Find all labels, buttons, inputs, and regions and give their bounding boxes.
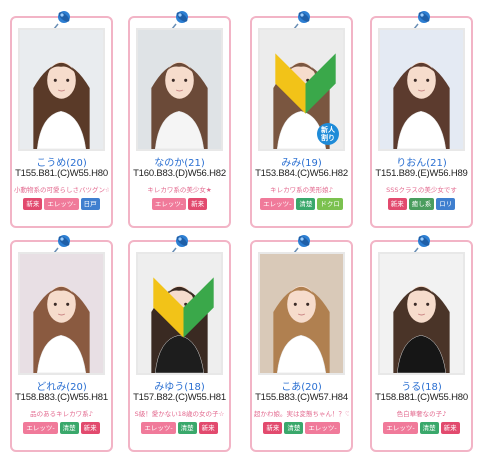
cast-card[interactable]: どれみ(20) T158.B83.(C)W55.H81 品のあるキレカワ系♪ エ… — [10, 235, 113, 452]
cast-stats: T151.B89.(E)W56.H89 — [375, 168, 468, 179]
tag-badge: 清楚 — [177, 422, 197, 434]
profile-photo[interactable]: 新人 割り — [258, 28, 345, 151]
cast-card[interactable]: 新人 割り みみ(19) T153.B84.(C)W56.H82 キレカワ系の美形… — [250, 11, 353, 228]
cast-catchphrase: 品のあるキレカワ系♪ — [30, 410, 93, 418]
tag-badge: 新来 — [198, 422, 218, 434]
cast-catchphrase: 超かわ娘。実は変態ちゃん！？♡ — [254, 410, 349, 418]
cast-card[interactable]: こうめ(20) T155.B81.(C)W55.H80 小動物系の可愛らしさバツ… — [10, 11, 113, 228]
tag-badge: 新来 — [387, 198, 407, 210]
tag-badge: 清楚 — [59, 422, 79, 434]
tag-badge: エレッツ- — [151, 198, 187, 210]
cast-card[interactable]: みゆう(18) T157.B82.(C)W55.H81 S級！愛かない18歳の女… — [128, 235, 231, 452]
profile-photo[interactable] — [378, 28, 465, 151]
tag-badge: 清楚 — [284, 422, 304, 434]
tag-badge: 新来 — [23, 198, 43, 210]
pushpin-icon — [292, 235, 310, 254]
tag-badge: 新来 — [263, 422, 283, 434]
cast-catchphrase: 色白華奢なの子♪ — [396, 410, 447, 418]
tag-list: 新来 エレッツ- 日戸 — [15, 198, 108, 210]
tag-badge: エレッツ- — [44, 198, 79, 210]
profile-photo[interactable] — [258, 252, 345, 375]
tag-badge: 新来 — [440, 422, 460, 434]
cast-card[interactable]: こあ(20) T155.B83.(C)W57.H84 超かわ娘。実は変態ちゃん！… — [250, 235, 353, 452]
cast-stats: T158.B81.(C)W55.H80 — [375, 392, 468, 403]
cast-name[interactable]: どれみ(20) — [12, 378, 111, 393]
tag-badge: エレッツ- — [23, 422, 58, 434]
pushpin-icon — [52, 235, 70, 254]
tag-badge: 清楚 — [296, 198, 316, 210]
profile-photo[interactable] — [18, 28, 105, 151]
tag-badge: エレッツ- — [383, 422, 418, 434]
cast-name[interactable]: みゆう(18) — [130, 378, 229, 393]
profile-photo[interactable] — [136, 28, 223, 151]
pushpin-icon — [412, 235, 430, 254]
tag-list: エレッツ- 清楚 新来 — [15, 422, 108, 434]
cast-name[interactable]: こあ(20) — [252, 378, 351, 393]
tag-badge: 新来 — [188, 198, 208, 210]
cast-catchphrase: 小動物系の可愛らしさバツグン☆ — [14, 186, 109, 194]
cast-name[interactable]: みみ(19) — [252, 154, 351, 169]
cast-stats: T158.B83.(C)W55.H81 — [15, 392, 108, 403]
pushpin-icon — [412, 11, 430, 30]
cast-catchphrase: SSSクラスの美少女です — [386, 186, 457, 194]
tag-badge: ドクロ — [317, 198, 343, 210]
profile-photo[interactable] — [136, 252, 223, 375]
tag-list: エレッツ- 清楚 ドクロ — [255, 198, 348, 210]
cast-name[interactable]: うる(18) — [372, 378, 471, 393]
cast-card[interactable]: うる(18) T158.B81.(C)W55.H80 色白華奢なの子♪ エレッツ… — [370, 235, 473, 452]
cast-name[interactable]: なのか(21) — [130, 154, 229, 169]
beginner-leaf-icon — [153, 277, 214, 338]
tag-list: 新来 清楚 エレッツ- — [255, 422, 348, 434]
cast-stats: T153.B84.(C)W56.H82 — [255, 168, 348, 179]
profile-photo[interactable] — [18, 252, 105, 375]
cast-stats: T157.B82.(C)W55.H81 — [133, 392, 226, 403]
pushpin-icon — [170, 11, 188, 30]
tag-badge: エレッツ- — [141, 422, 176, 434]
cast-catchphrase: キレカワ系の美少女★ — [147, 186, 212, 194]
pushpin-icon — [170, 235, 188, 254]
cast-card[interactable]: りおん(21) T151.B89.(E)W56.H89 SSSクラスの美少女です… — [370, 11, 473, 228]
tag-list: 新来 癒し系 ロリ — [375, 198, 468, 210]
tag-badge: 日戸 — [80, 198, 100, 210]
tag-badge: エレッツ- — [260, 198, 295, 210]
cast-catchphrase: キレカワ系の美形娘♪ — [270, 186, 333, 194]
cast-card[interactable]: なのか(21) T160.B83.(D)W56.H82 キレカワ系の美少女★ エ… — [128, 11, 231, 228]
cast-catchphrase: S級！愛かない18歳の女の子☆ — [134, 410, 225, 418]
tag-badge: エレッツ- — [305, 422, 340, 434]
tag-list: エレッツ- 清楚 新来 — [133, 422, 226, 434]
pushpin-icon — [52, 11, 70, 30]
tag-badge: ロリ — [436, 198, 456, 210]
tag-badge: 癒し系 — [408, 198, 435, 210]
new-badge: 新人 割り — [317, 123, 339, 145]
cast-stats: T155.B81.(C)W55.H80 — [15, 168, 108, 179]
cast-name[interactable]: りおん(21) — [372, 154, 471, 169]
tag-badge: 清楚 — [419, 422, 439, 434]
cast-stats: T155.B83.(C)W57.H84 — [255, 392, 348, 403]
cast-stats: T160.B83.(D)W56.H82 — [133, 168, 226, 179]
cast-name[interactable]: こうめ(20) — [12, 154, 111, 169]
tag-badge: 新来 — [80, 422, 100, 434]
profile-photo[interactable] — [378, 252, 465, 375]
tag-list: エレッツ- 新来 — [133, 198, 226, 210]
tag-list: エレッツ- 清楚 新来 — [375, 422, 468, 434]
pushpin-icon — [292, 11, 310, 30]
